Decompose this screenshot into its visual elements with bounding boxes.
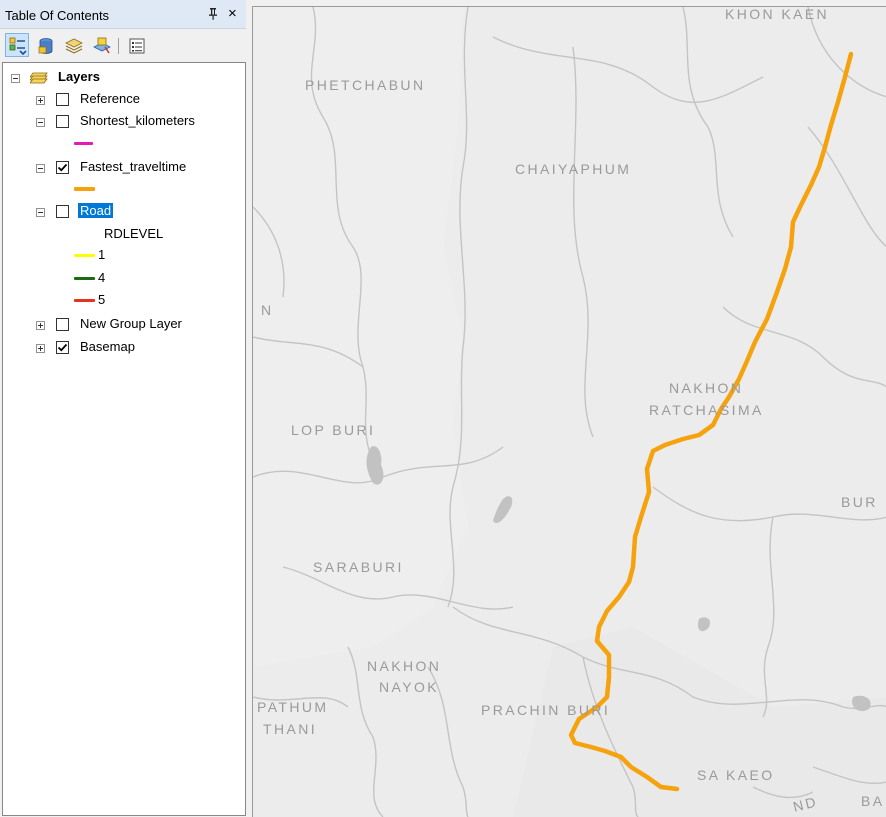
layers-root-label[interactable]: Layers bbox=[58, 69, 100, 84]
new-group-layer-visibility-checkbox[interactable] bbox=[56, 318, 69, 331]
map-label-edge-n: N bbox=[261, 302, 274, 318]
list-by-source-button[interactable] bbox=[33, 33, 57, 57]
map-label-prachin-buri: PRACHIN BURI bbox=[481, 702, 611, 718]
table-of-contents-panel: Table Of Contents × Layers Reference Sho… bbox=[0, 0, 246, 816]
map-label-phetchabun: PHETCHABUN bbox=[305, 77, 426, 93]
toolbar-separator bbox=[118, 38, 119, 54]
road-class-4-label[interactable]: 4 bbox=[98, 270, 105, 285]
checkmark-icon bbox=[57, 163, 68, 172]
shortest-kilometers-visibility-checkbox[interactable] bbox=[56, 115, 69, 128]
shortest-kilometers-layer-label[interactable]: Shortest_kilometers bbox=[80, 113, 195, 128]
road-class-5-symbol[interactable] bbox=[74, 299, 95, 302]
map-label-nakhon-nayok-line1: NAKHON bbox=[367, 658, 442, 674]
fastest-traveltime-layer-label[interactable]: Fastest_traveltime bbox=[80, 159, 186, 174]
list-by-drawing-order-icon bbox=[9, 37, 27, 55]
layer-tree: Layers Reference Shortest_kilometers Fas… bbox=[2, 62, 246, 816]
basemap-layer-label[interactable]: Basemap bbox=[80, 339, 135, 354]
checkmark-icon bbox=[57, 343, 68, 352]
road-visibility-checkbox[interactable] bbox=[56, 205, 69, 218]
toc-title-bar[interactable]: Table Of Contents × bbox=[0, 0, 246, 29]
collapse-icon[interactable] bbox=[36, 208, 45, 217]
map-label-nakhon-ratchasima-line2: RATCHASIMA bbox=[649, 402, 764, 418]
tree-row-reference[interactable]: Reference bbox=[3, 90, 243, 110]
toc-toolbar bbox=[0, 30, 246, 62]
tree-row-road[interactable]: Road bbox=[3, 202, 243, 222]
toc-title: Table Of Contents bbox=[5, 8, 110, 23]
road-class-1-symbol[interactable] bbox=[74, 254, 95, 257]
list-by-source-icon bbox=[38, 38, 53, 54]
road-layer-label[interactable]: Road bbox=[78, 203, 114, 218]
options-icon bbox=[129, 38, 145, 54]
list-by-selection-icon bbox=[93, 37, 111, 54]
road-class-1-label[interactable]: 1 bbox=[98, 247, 105, 262]
map-view[interactable]: KHON KAEN PHETCHABUN CHAIYAPHUM N NAKHON… bbox=[252, 6, 886, 817]
reference-visibility-checkbox[interactable] bbox=[56, 93, 69, 106]
map-label-nakhon-ratchasima-line1: NAKHON bbox=[669, 380, 744, 396]
map-label-pathum-thani-line2: THANI bbox=[263, 721, 317, 737]
map-label-sa-kaeo: SA KAEO bbox=[697, 767, 775, 783]
fastest-traveltime-symbol[interactable] bbox=[74, 187, 95, 191]
shortest-kilometers-symbol[interactable] bbox=[74, 142, 93, 145]
tree-row-shortest-kilometers[interactable]: Shortest_kilometers bbox=[3, 112, 243, 132]
close-icon[interactable]: × bbox=[228, 6, 237, 21]
collapse-icon[interactable] bbox=[36, 118, 45, 127]
collapse-icon[interactable] bbox=[36, 164, 45, 173]
pin-icon[interactable] bbox=[208, 8, 218, 20]
tree-row-basemap[interactable]: Basemap bbox=[3, 338, 243, 358]
basemap-layer bbox=[253, 7, 886, 817]
map-label-edge-ba: BA bbox=[861, 793, 885, 809]
map-label-edge-bur: BUR bbox=[841, 494, 878, 510]
expand-icon[interactable] bbox=[36, 96, 45, 105]
map-label-lop-buri: LOP BURI bbox=[291, 422, 376, 438]
list-by-visibility-button[interactable] bbox=[61, 33, 85, 57]
list-by-selection-button[interactable] bbox=[89, 33, 113, 57]
layers-stack-icon bbox=[29, 68, 50, 89]
reference-layer-label[interactable]: Reference bbox=[80, 91, 140, 106]
tree-row-layers: Layers bbox=[3, 68, 243, 88]
road-class-4-symbol[interactable] bbox=[74, 277, 95, 280]
list-by-visibility-icon bbox=[65, 38, 83, 54]
list-by-drawing-order-button[interactable] bbox=[5, 33, 29, 57]
tree-row-fastest-traveltime[interactable]: Fastest_traveltime bbox=[3, 158, 243, 178]
map-label-khon-kaen: KHON KAEN bbox=[725, 6, 830, 22]
road-field-heading: RDLEVEL bbox=[104, 226, 164, 241]
collapse-icon[interactable] bbox=[11, 74, 20, 83]
map-label-saraburi: SARABURI bbox=[313, 559, 404, 575]
expand-icon[interactable] bbox=[36, 344, 45, 353]
basemap-visibility-checkbox[interactable] bbox=[56, 341, 69, 354]
map-label-pathum-thani-line1: PATHUM bbox=[257, 699, 329, 715]
expand-icon[interactable] bbox=[36, 321, 45, 330]
map-label-chaiyaphum: CHAIYAPHUM bbox=[515, 161, 632, 177]
fastest-traveltime-visibility-checkbox[interactable] bbox=[56, 161, 69, 174]
options-button[interactable] bbox=[124, 33, 148, 57]
tree-row-new-group-layer[interactable]: New Group Layer bbox=[3, 315, 243, 335]
new-group-layer-label[interactable]: New Group Layer bbox=[80, 316, 182, 331]
road-class-5-label[interactable]: 5 bbox=[98, 292, 105, 307]
map-label-nakhon-nayok-line2: NAYOK bbox=[379, 679, 439, 695]
